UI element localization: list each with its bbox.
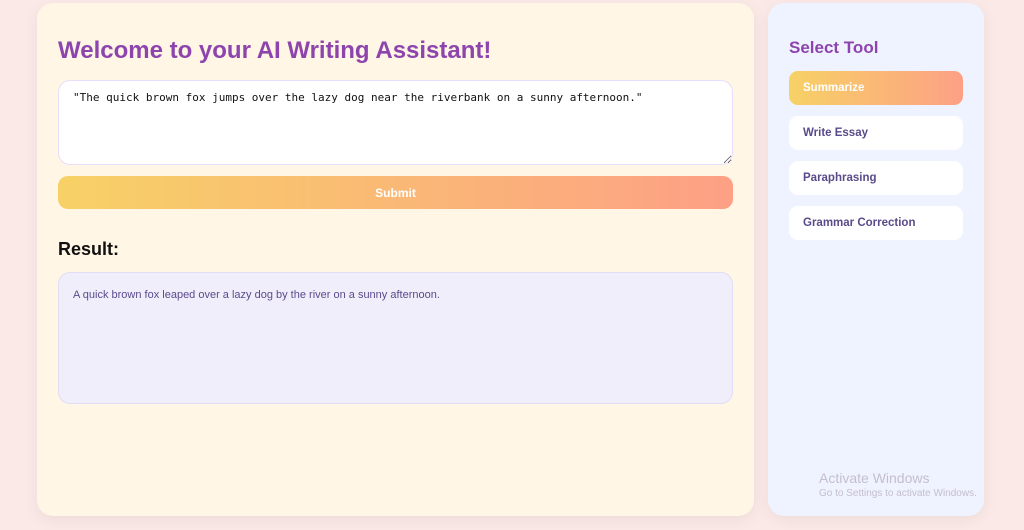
watermark-title: Activate Windows <box>819 470 930 486</box>
main-panel: Welcome to your AI Writing Assistant! "T… <box>37 3 754 516</box>
sidebar-title: Select Tool <box>789 38 879 57</box>
result-box: A quick brown fox leaped over a lazy dog… <box>58 272 733 404</box>
tool-summarize[interactable]: Summarize <box>789 71 963 105</box>
submit-button[interactable]: Submit <box>58 176 733 209</box>
tool-paraphrasing[interactable]: Paraphrasing <box>789 161 963 195</box>
page-title: Welcome to your AI Writing Assistant! <box>58 37 492 64</box>
activate-windows-watermark: Activate Windows Go to Settings to activ… <box>819 470 977 499</box>
tool-sidebar: Select Tool Summarize Write Essay Paraph… <box>768 3 984 516</box>
watermark-subtitle: Go to Settings to activate Windows. <box>819 488 977 499</box>
result-heading: Result: <box>58 239 120 259</box>
result-text: A quick brown fox leaped over a lazy dog… <box>73 289 440 301</box>
prompt-input[interactable]: "The quick brown fox jumps over the lazy… <box>58 80 733 165</box>
tool-write-essay[interactable]: Write Essay <box>789 116 963 150</box>
tool-grammar-correction[interactable]: Grammar Correction <box>789 206 963 240</box>
